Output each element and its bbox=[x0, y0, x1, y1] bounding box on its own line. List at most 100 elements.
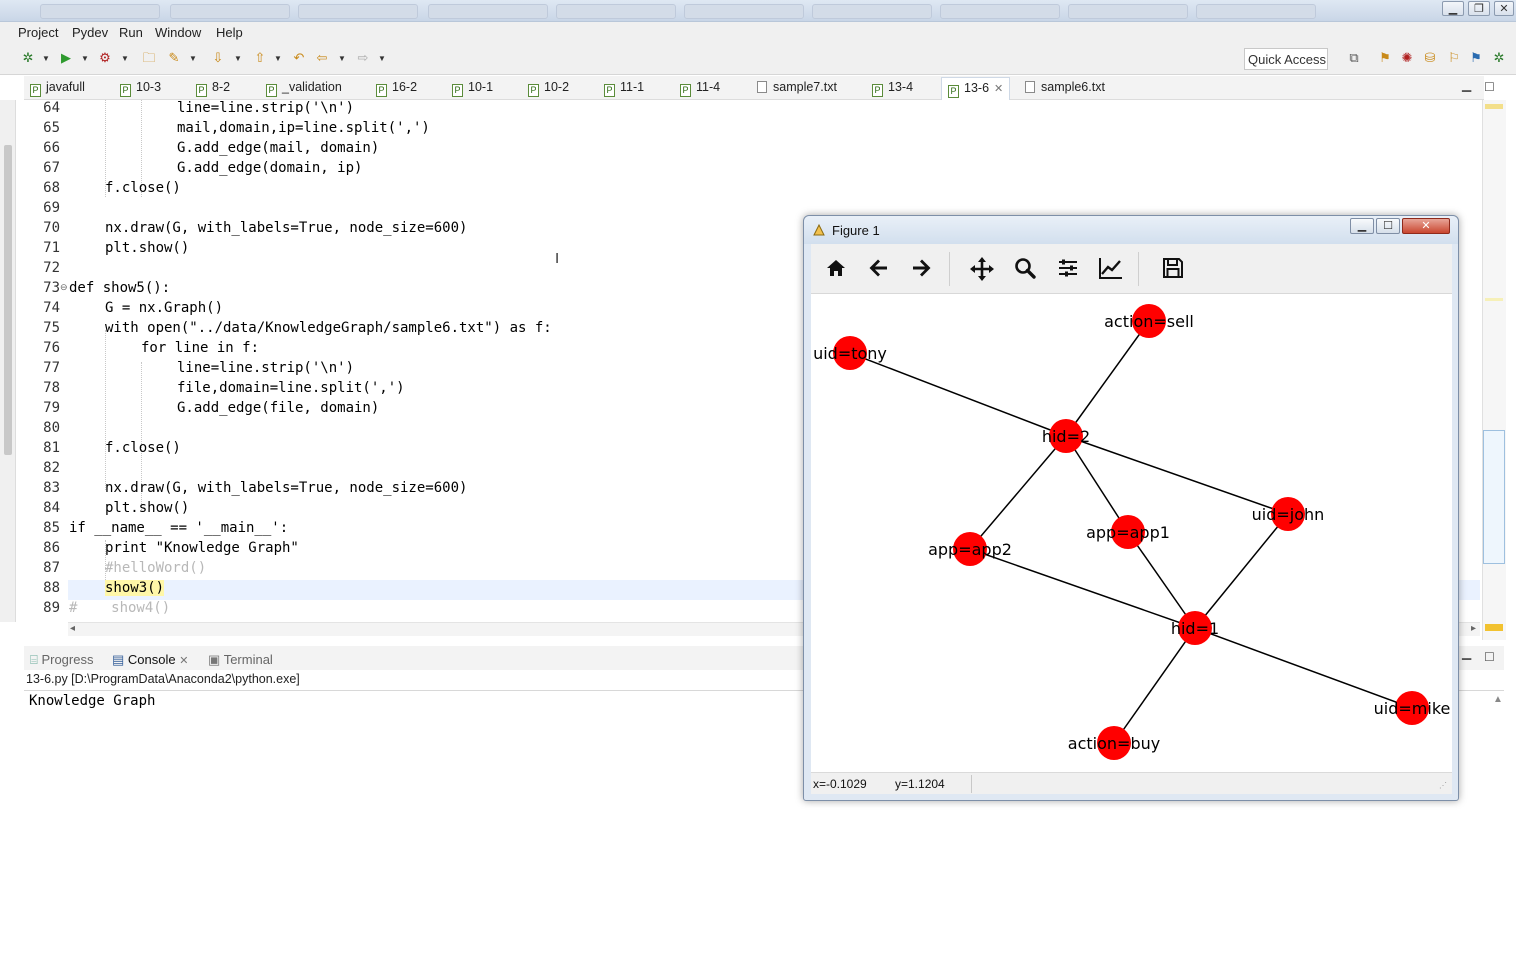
annotation-marker[interactable] bbox=[1485, 104, 1503, 109]
tab-validation[interactable]: P _validation bbox=[266, 80, 342, 100]
perspective-debug-icon[interactable]: ✺ bbox=[1399, 50, 1415, 66]
chevron-down-icon[interactable]: ▼ bbox=[378, 54, 386, 63]
annotation-marker[interactable] bbox=[1485, 298, 1503, 301]
menu-help[interactable]: Help bbox=[216, 25, 243, 40]
chevron-down-icon[interactable]: ▼ bbox=[189, 54, 197, 63]
last-edit-icon[interactable]: ↶ bbox=[291, 50, 307, 66]
open-folder-icon[interactable]: 🗀 bbox=[141, 50, 157, 66]
overview-viewport[interactable] bbox=[1483, 430, 1505, 564]
tab-console[interactable]: ▤ Console ✕ bbox=[112, 652, 188, 668]
chevron-down-icon[interactable]: ▼ bbox=[121, 54, 129, 63]
tab-11-4[interactable]: P 11-4 bbox=[680, 80, 720, 100]
tab-10-3[interactable]: P 10-3 bbox=[120, 80, 161, 100]
menu-pydev[interactable]: Pydev bbox=[72, 25, 108, 40]
tab-13-6[interactable]: P 13-6 ✕ bbox=[941, 77, 1011, 100]
python-file-icon: P bbox=[266, 84, 277, 97]
graph-edge bbox=[1065, 435, 1289, 515]
perspective-debug2-icon[interactable]: ✲ bbox=[1491, 50, 1507, 66]
figure-minimize-button[interactable]: ▁ bbox=[1350, 218, 1374, 234]
console-scroll-up-icon[interactable]: ▲ bbox=[1493, 694, 1503, 705]
minimize-view-icon[interactable]: ▁ bbox=[1462, 646, 1471, 660]
chevron-down-icon[interactable]: ▼ bbox=[42, 54, 50, 63]
tab-progress[interactable]: ⌸ Progress bbox=[30, 652, 93, 668]
resize-grip-icon[interactable]: ⋰ bbox=[1439, 781, 1447, 790]
close-tab-icon[interactable]: ✕ bbox=[994, 83, 1003, 95]
code-line: f.close() bbox=[105, 440, 181, 456]
debug-icon[interactable]: ✲ bbox=[20, 50, 36, 66]
restore-window-button[interactable]: ❐ bbox=[1468, 1, 1490, 16]
figure-maximize-button[interactable]: ☐ bbox=[1376, 218, 1400, 234]
search-tool-icon[interactable]: ✎ bbox=[166, 50, 182, 66]
annotation-marker[interactable] bbox=[1485, 624, 1503, 631]
zoom-icon[interactable] bbox=[1011, 256, 1039, 284]
fold-collapse-icon[interactable]: ⊖ bbox=[60, 282, 68, 293]
menu-run[interactable]: Run bbox=[119, 25, 143, 40]
code-line: #helloWord() bbox=[105, 560, 207, 576]
overview-ruler[interactable] bbox=[1482, 100, 1506, 640]
forward-icon[interactable] bbox=[907, 256, 935, 284]
configure-subplots-icon[interactable] bbox=[1054, 256, 1082, 284]
back-nav-icon[interactable]: ⇦ bbox=[314, 50, 330, 66]
chevron-down-icon[interactable]: ▼ bbox=[81, 54, 89, 63]
indent-guide bbox=[105, 330, 106, 490]
pan-icon[interactable] bbox=[968, 256, 996, 284]
close-tab-icon[interactable]: ✕ bbox=[179, 655, 188, 667]
edit-axis-icon[interactable] bbox=[1097, 256, 1125, 284]
quick-access-field[interactable]: Quick Access bbox=[1244, 48, 1328, 70]
tab-11-1[interactable]: P 11-1 bbox=[604, 80, 644, 100]
scroll-right-icon[interactable]: ▸ bbox=[1471, 623, 1476, 634]
tab-8-2[interactable]: P 8-2 bbox=[196, 80, 230, 100]
perspective-java-icon[interactable]: ⚑ bbox=[1377, 50, 1393, 66]
tab-javafull[interactable]: Pjavafull bbox=[30, 80, 85, 100]
tab-sample6[interactable]: sample6.txt bbox=[1025, 80, 1105, 100]
menu-project[interactable]: Project bbox=[18, 25, 58, 40]
menu-window[interactable]: Window bbox=[155, 25, 201, 40]
tab-10-1[interactable]: P 10-1 bbox=[452, 80, 493, 100]
open-perspective-icon[interactable]: ⧉ bbox=[1346, 50, 1362, 66]
next-annotation-icon[interactable]: ⇩ bbox=[210, 50, 226, 66]
perspective-pydev-icon[interactable]: ⚑ bbox=[1468, 50, 1484, 66]
line-number: 87 bbox=[43, 560, 60, 576]
minimize-window-button[interactable]: ▁ bbox=[1442, 1, 1464, 16]
window-top-strip: ▁ ❐ ✕ bbox=[0, 0, 1516, 22]
figure-titlebar[interactable]: Figure 1 ▁ ☐ ✕ bbox=[804, 216, 1458, 244]
python-file-icon: P bbox=[872, 84, 883, 97]
line-number: 79 bbox=[43, 400, 60, 416]
perspective-team-icon[interactable]: ⚐ bbox=[1446, 50, 1462, 66]
prev-annotation-icon[interactable]: ⇧ bbox=[252, 50, 268, 66]
graph-node-label: action=sell bbox=[1104, 312, 1194, 331]
back-icon[interactable] bbox=[865, 256, 893, 284]
tab-terminal[interactable]: ▣ Terminal bbox=[208, 652, 273, 668]
external-tools-icon[interactable]: ⚙ bbox=[97, 50, 113, 66]
save-icon[interactable] bbox=[1159, 256, 1187, 284]
figure-statusbar: x=-0.1029 y=1.1204 ⋰ bbox=[811, 772, 1452, 794]
graph-edge bbox=[1065, 435, 1129, 533]
knowledge-graph-plot[interactable]: action=sell uid=tony hid=2 uid=john app=app1… bbox=[811, 294, 1452, 772]
nodes-layer: action=sell uid=tony hid=2 uid=john app=app1… bbox=[813, 304, 1450, 760]
line-number: 73 bbox=[43, 280, 60, 296]
chevron-down-icon[interactable]: ▼ bbox=[274, 54, 282, 63]
perspective-svn-icon[interactable]: ⛁ bbox=[1422, 50, 1438, 66]
scroll-left-icon[interactable]: ◂ bbox=[70, 623, 75, 634]
tab-10-2[interactable]: P 10-2 bbox=[528, 80, 569, 100]
python-file-icon: P bbox=[120, 84, 131, 97]
vertical-scroll-thumb[interactable] bbox=[4, 145, 12, 455]
run-icon[interactable]: ▶ bbox=[58, 50, 74, 66]
minimize-editor-icon[interactable]: ▁ bbox=[1462, 78, 1471, 92]
close-window-button[interactable]: ✕ bbox=[1494, 1, 1514, 16]
tab-sample7[interactable]: sample7.txt bbox=[757, 80, 837, 100]
home-icon[interactable] bbox=[822, 256, 850, 284]
line-number: 82 bbox=[43, 460, 60, 476]
python-file-icon: P bbox=[30, 84, 41, 97]
tab-16-2[interactable]: P 16-2 bbox=[376, 80, 417, 100]
tab-13-4[interactable]: P 13-4 bbox=[872, 80, 913, 100]
maximize-view-icon[interactable]: ☐ bbox=[1484, 650, 1495, 664]
graph-node-label: app=app2 bbox=[928, 540, 1012, 559]
chevron-down-icon[interactable]: ▼ bbox=[338, 54, 346, 63]
figure-close-button[interactable]: ✕ bbox=[1402, 218, 1450, 234]
chevron-down-icon[interactable]: ▼ bbox=[234, 54, 242, 63]
console-output-text: Knowledge Graph bbox=[29, 693, 156, 709]
forward-nav-icon[interactable]: ⇨ bbox=[355, 50, 371, 66]
maximize-editor-icon[interactable]: ☐ bbox=[1484, 80, 1495, 94]
figure-canvas[interactable]: action=sell uid=tony hid=2 uid=john app=app1… bbox=[811, 294, 1452, 772]
